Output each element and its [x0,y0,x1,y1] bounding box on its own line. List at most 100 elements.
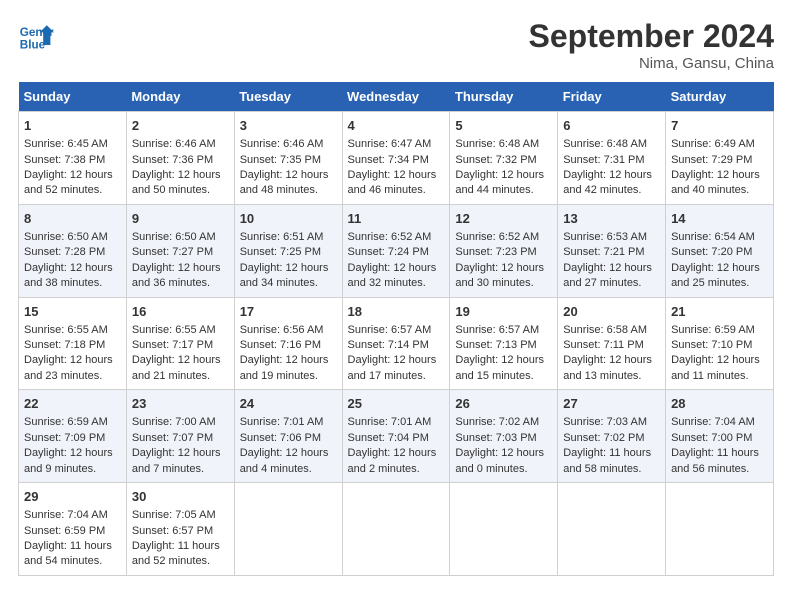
day-info: Daylight: 12 hours [563,168,660,183]
day-info: Daylight: 12 hours [132,261,229,276]
day-info: Daylight: 11 hours [671,446,768,461]
day-info: and 46 minutes. [348,183,445,198]
weekday-header-tuesday: Tuesday [234,82,342,112]
day-info: Sunset: 7:32 PM [455,153,552,168]
day-number: 5 [455,117,552,135]
day-info: and 9 minutes. [24,462,121,477]
day-info: and 27 minutes. [563,276,660,291]
day-info: Sunrise: 6:55 AM [24,323,121,338]
day-info: and 0 minutes. [455,462,552,477]
day-info: Sunrise: 7:00 AM [132,415,229,430]
day-number: 10 [240,210,337,228]
day-number: 17 [240,303,337,321]
day-info: Daylight: 11 hours [132,539,229,554]
day-info: Sunset: 7:29 PM [671,153,768,168]
day-number: 23 [132,395,229,413]
day-info: and 48 minutes. [240,183,337,198]
calendar-cell-day-21: 21Sunrise: 6:59 AMSunset: 7:10 PMDayligh… [666,297,774,390]
day-info: and 44 minutes. [455,183,552,198]
day-info: Daylight: 12 hours [455,446,552,461]
day-number: 8 [24,210,121,228]
day-info: Sunrise: 6:56 AM [240,323,337,338]
day-info: and 36 minutes. [132,276,229,291]
svg-text:Blue: Blue [20,39,46,52]
day-info: and 21 minutes. [132,369,229,384]
weekday-header-saturday: Saturday [666,82,774,112]
day-info: and 11 minutes. [671,369,768,384]
day-number: 15 [24,303,121,321]
day-info: Daylight: 12 hours [563,353,660,368]
day-info: Daylight: 12 hours [671,168,768,183]
day-info: Daylight: 12 hours [132,168,229,183]
day-number: 1 [24,117,121,135]
day-info: and 42 minutes. [563,183,660,198]
day-number: 12 [455,210,552,228]
day-info: Sunset: 7:21 PM [563,245,660,260]
day-info: Sunset: 7:34 PM [348,153,445,168]
day-info: Daylight: 12 hours [240,261,337,276]
day-info: Sunrise: 6:49 AM [671,137,768,152]
day-info: and 54 minutes. [24,554,121,569]
day-number: 26 [455,395,552,413]
day-number: 27 [563,395,660,413]
day-info: Sunrise: 6:48 AM [455,137,552,152]
day-info: Daylight: 12 hours [348,353,445,368]
day-info: Sunrise: 6:46 AM [132,137,229,152]
calendar-cell-day-24: 24Sunrise: 7:01 AMSunset: 7:06 PMDayligh… [234,390,342,483]
day-info: Daylight: 12 hours [24,261,121,276]
calendar-cell-day-29: 29Sunrise: 7:04 AMSunset: 6:59 PMDayligh… [19,483,127,576]
day-info: Sunset: 7:07 PM [132,431,229,446]
day-info: Daylight: 12 hours [240,168,337,183]
calendar-cell-day-19: 19Sunrise: 6:57 AMSunset: 7:13 PMDayligh… [450,297,558,390]
day-info: Daylight: 12 hours [455,261,552,276]
weekday-header-sunday: Sunday [19,82,127,112]
day-info: and 56 minutes. [671,462,768,477]
day-info: Daylight: 12 hours [671,261,768,276]
day-info: Daylight: 12 hours [455,353,552,368]
day-info: Sunset: 7:02 PM [563,431,660,446]
calendar-cell-day-14: 14Sunrise: 6:54 AMSunset: 7:20 PMDayligh… [666,204,774,297]
day-info: Daylight: 11 hours [563,446,660,461]
day-info: Sunset: 7:03 PM [455,431,552,446]
day-info: Sunrise: 6:52 AM [348,230,445,245]
day-info: Sunset: 7:00 PM [671,431,768,446]
empty-cell [450,483,558,576]
day-info: and 34 minutes. [240,276,337,291]
day-info: and 40 minutes. [671,183,768,198]
calendar-cell-day-6: 6Sunrise: 6:48 AMSunset: 7:31 PMDaylight… [558,112,666,205]
day-number: 9 [132,210,229,228]
calendar-cell-day-17: 17Sunrise: 6:56 AMSunset: 7:16 PMDayligh… [234,297,342,390]
day-info: and 17 minutes. [348,369,445,384]
day-number: 14 [671,210,768,228]
day-number: 11 [348,210,445,228]
day-info: Sunrise: 6:50 AM [132,230,229,245]
day-info: Daylight: 12 hours [348,446,445,461]
day-number: 30 [132,488,229,506]
day-info: Sunset: 7:11 PM [563,338,660,353]
day-info: Sunrise: 7:01 AM [240,415,337,430]
day-info: Sunset: 7:06 PM [240,431,337,446]
day-number: 19 [455,303,552,321]
calendar-cell-day-30: 30Sunrise: 7:05 AMSunset: 6:57 PMDayligh… [126,483,234,576]
day-info: Daylight: 12 hours [132,353,229,368]
day-info: Sunset: 7:14 PM [348,338,445,353]
day-info: Sunset: 7:35 PM [240,153,337,168]
day-number: 18 [348,303,445,321]
calendar-cell-day-20: 20Sunrise: 6:58 AMSunset: 7:11 PMDayligh… [558,297,666,390]
day-number: 3 [240,117,337,135]
title-block: September 2024 Nima, Gansu, China [529,18,774,72]
logo-icon: General Blue [18,18,54,54]
day-info: Sunrise: 6:57 AM [455,323,552,338]
day-info: and 32 minutes. [348,276,445,291]
day-number: 25 [348,395,445,413]
weekday-header-monday: Monday [126,82,234,112]
day-info: Sunset: 7:24 PM [348,245,445,260]
page-header: General Blue September 2024 Nima, Gansu,… [18,18,774,72]
calendar-cell-day-3: 3Sunrise: 6:46 AMSunset: 7:35 PMDaylight… [234,112,342,205]
day-info: and 58 minutes. [563,462,660,477]
day-info: Sunset: 7:16 PM [240,338,337,353]
calendar-cell-day-5: 5Sunrise: 6:48 AMSunset: 7:32 PMDaylight… [450,112,558,205]
day-info: Sunset: 7:25 PM [240,245,337,260]
day-info: and 23 minutes. [24,369,121,384]
calendar-cell-day-4: 4Sunrise: 6:47 AMSunset: 7:34 PMDaylight… [342,112,450,205]
